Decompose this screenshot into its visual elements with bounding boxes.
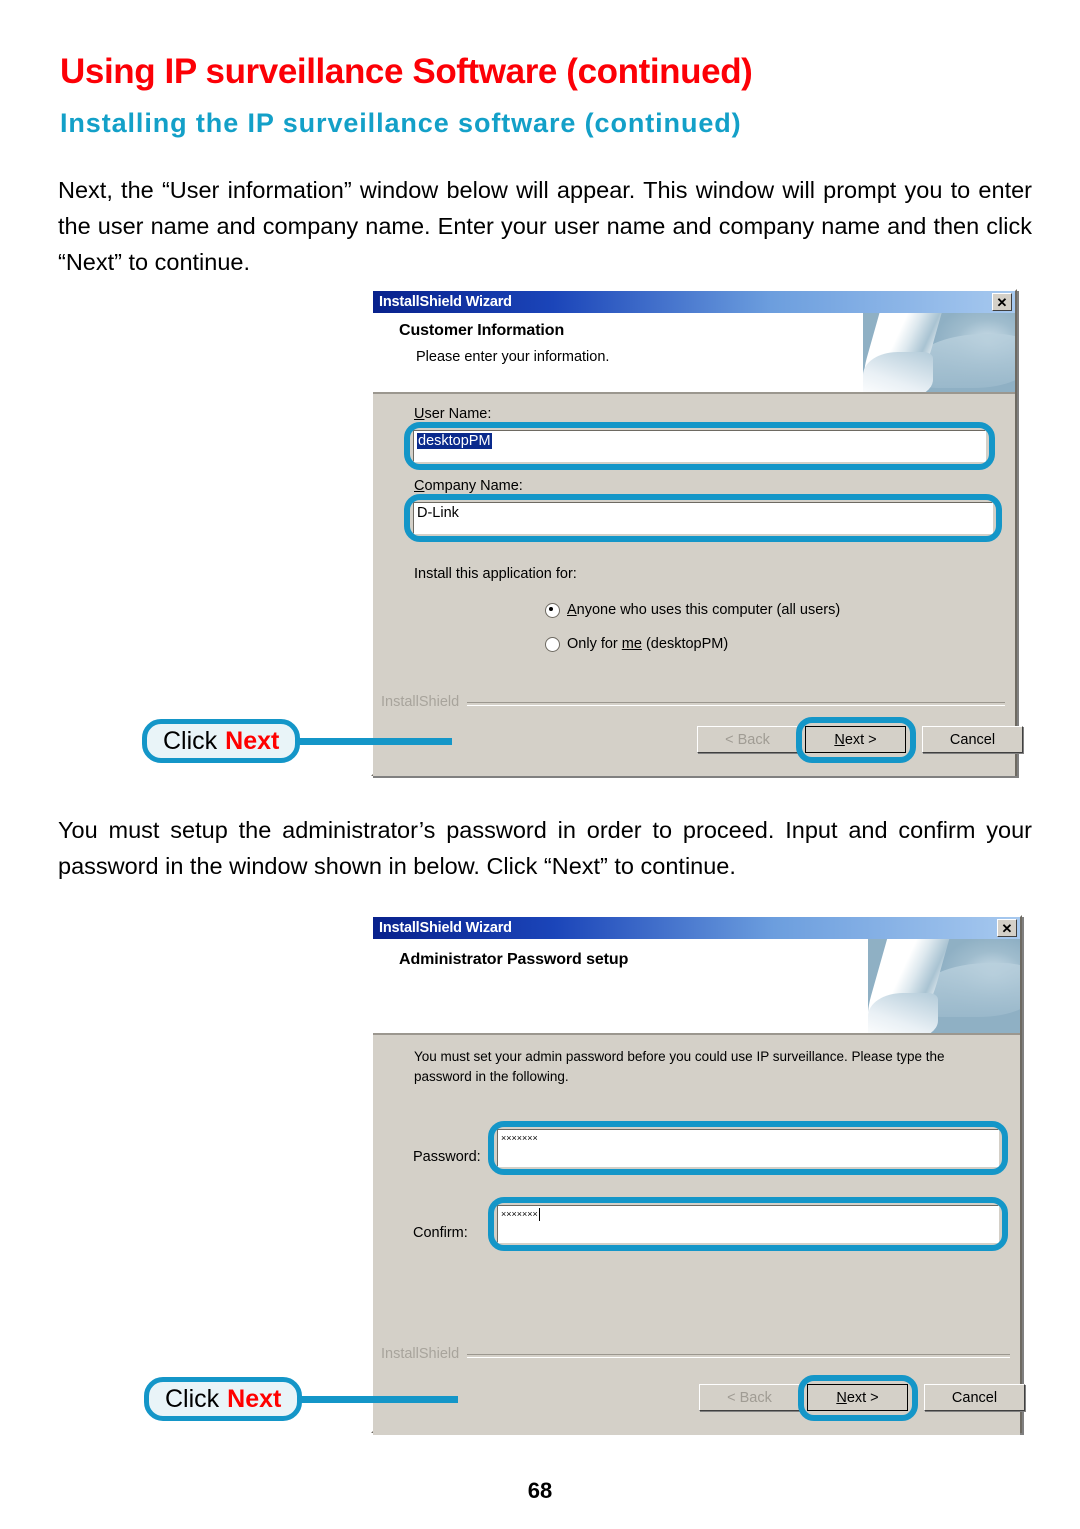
radio-all-users[interactable]: Anyone who uses this computer (all users… — [545, 602, 840, 618]
dialog-footer: InstallShield < Back Next > Cancel — [373, 690, 1023, 776]
confirm-input[interactable]: ××××××× — [497, 1205, 999, 1243]
close-icon[interactable]: ✕ — [992, 293, 1012, 311]
radio-only-me[interactable]: Only for me (desktopPM) — [545, 636, 728, 652]
user-name-label: User Name: — [414, 406, 492, 422]
radio-all-users-label: Anyone who uses this computer (all users… — [567, 602, 841, 618]
dialog-header-band: Customer Information Please enter your i… — [373, 313, 1015, 394]
page-number: 68 — [527, 1478, 553, 1503]
installshield-banner-graphic — [863, 313, 1015, 392]
dialog-title-text: InstallShield Wizard — [379, 920, 512, 936]
close-icon[interactable]: ✕ — [997, 919, 1017, 937]
radio-only-me-label: Only for me (desktopPM) — [567, 636, 729, 652]
password-instruction-text: You must set your admin password before … — [414, 1049, 945, 1084]
dialog-footer: InstallShield < Back Next > Cancel — [373, 1342, 1025, 1435]
password-input[interactable]: ××××××× — [497, 1129, 999, 1167]
instruction-paragraph-2: You must setup the administrator’s passw… — [58, 817, 1032, 879]
cancel-button[interactable]: Cancel — [924, 1384, 1025, 1411]
dialog-heading: Customer Information — [399, 322, 565, 339]
installshield-banner-graphic — [868, 939, 1020, 1033]
page-subtitle: Installing the IP surveillance software … — [60, 108, 742, 138]
callout-leader-line-1 — [276, 738, 452, 745]
callout-leader-line-2 — [278, 1396, 458, 1403]
click-next-callout-1: Click Next — [142, 719, 301, 763]
dialog-body: You must set your admin password before … — [373, 1035, 1020, 1342]
footer-divider — [381, 702, 1005, 706]
dialog-titlebar: InstallShield Wizard ✕ — [373, 291, 1015, 313]
text-caret — [538, 1208, 540, 1221]
confirm-label: Confirm: — [413, 1225, 468, 1241]
cancel-button[interactable]: Cancel — [922, 726, 1023, 753]
radio-icon-unselected — [545, 636, 560, 652]
company-name-label: Company Name: — [414, 478, 523, 494]
dialog-titlebar: InstallShield Wizard ✕ — [373, 917, 1020, 939]
dialog-body: User Name: desktopPM Company Name: D-Lin… — [373, 394, 1015, 690]
installshield-customer-information-dialog: InstallShield Wizard ✕ Customer Informat… — [371, 289, 1023, 776]
installshield-brand-label: InstallShield — [381, 694, 468, 710]
dialog-header-band: Administrator Password setup — [373, 939, 1020, 1035]
company-name-input[interactable]: D-Link — [413, 502, 993, 534]
dialog-heading: Administrator Password setup — [399, 951, 629, 968]
instruction-paragraph-1: Next, the “User information” window belo… — [58, 177, 1032, 275]
password-label: Password: — [413, 1149, 481, 1165]
footer-divider — [381, 1354, 1010, 1358]
dialog-subheading: Please enter your information. — [416, 349, 610, 365]
back-button[interactable]: < Back — [699, 1384, 800, 1411]
installshield-administrator-password-dialog: InstallShield Wizard ✕ Administrator Pas… — [371, 915, 1025, 1435]
page-title: Using IP surveillance Software (continue… — [60, 52, 753, 91]
radio-icon-selected — [545, 602, 560, 618]
installshield-brand-label: InstallShield — [381, 1346, 468, 1362]
user-name-input[interactable]: desktopPM — [413, 430, 986, 462]
click-next-callout-2: Click Next — [144, 1377, 303, 1421]
next-button[interactable]: Next > — [805, 726, 906, 753]
next-button[interactable]: Next > — [807, 1384, 908, 1411]
install-for-label: Install this application for: — [414, 566, 577, 582]
dialog-title-text: InstallShield Wizard — [379, 294, 512, 310]
back-button[interactable]: < Back — [697, 726, 798, 753]
